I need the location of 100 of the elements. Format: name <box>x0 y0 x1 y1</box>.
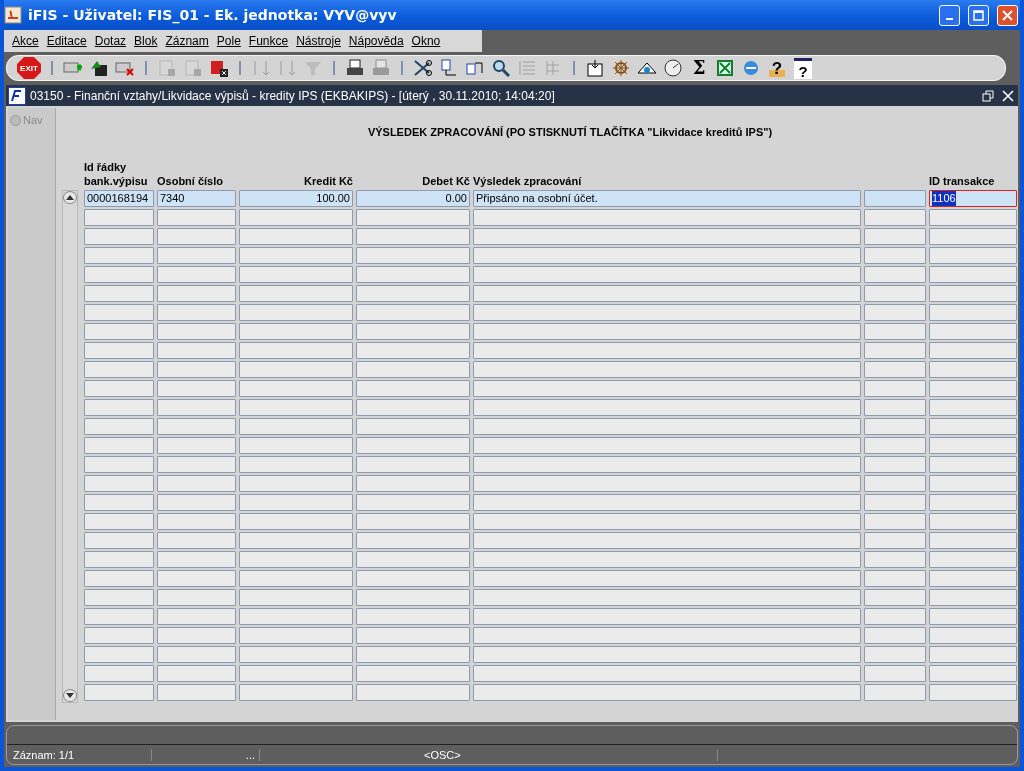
input-field[interactable] <box>864 456 926 473</box>
input-field[interactable] <box>473 323 861 340</box>
input-field[interactable] <box>356 646 470 663</box>
input-field[interactable] <box>864 475 926 492</box>
input-field[interactable] <box>864 570 926 587</box>
input-field[interactable] <box>157 646 236 663</box>
input-field[interactable] <box>356 665 470 682</box>
input-field[interactable] <box>157 589 236 606</box>
input-field[interactable] <box>239 570 353 587</box>
input-field[interactable] <box>84 456 154 473</box>
input-field[interactable] <box>84 247 154 264</box>
input-field[interactable] <box>239 304 353 321</box>
input-field[interactable] <box>239 513 353 530</box>
input-field[interactable] <box>157 304 236 321</box>
input-field[interactable] <box>473 684 861 701</box>
input-field[interactable] <box>473 608 861 625</box>
input-field[interactable] <box>84 608 154 625</box>
input-field[interactable] <box>864 209 926 226</box>
menu-item[interactable]: Akce <box>8 34 43 48</box>
input-field[interactable]: 7340 <box>157 190 236 207</box>
input-field[interactable] <box>157 456 236 473</box>
input-field[interactable] <box>473 570 861 587</box>
input-field[interactable] <box>929 285 1017 302</box>
input-field[interactable] <box>84 684 154 701</box>
input-field[interactable] <box>864 285 926 302</box>
input-field[interactable] <box>473 551 861 568</box>
input-field[interactable] <box>473 247 861 264</box>
input-field[interactable] <box>157 285 236 302</box>
input-field[interactable] <box>157 418 236 435</box>
input-field[interactable] <box>356 228 470 245</box>
input-field[interactable] <box>473 627 861 644</box>
input-field[interactable] <box>157 361 236 378</box>
input-field[interactable] <box>929 342 1017 359</box>
input-field[interactable] <box>473 418 861 435</box>
input-field[interactable] <box>84 475 154 492</box>
input-field[interactable] <box>239 608 353 625</box>
input-field[interactable] <box>239 532 353 549</box>
input-field[interactable] <box>84 342 154 359</box>
input-field[interactable] <box>473 437 861 454</box>
input-field[interactable] <box>864 190 926 207</box>
input-field[interactable] <box>864 494 926 511</box>
input-field[interactable] <box>239 589 353 606</box>
input-field[interactable] <box>239 418 353 435</box>
input-field[interactable] <box>157 494 236 511</box>
input-field[interactable] <box>356 570 470 587</box>
input-field[interactable] <box>157 437 236 454</box>
input-field[interactable] <box>929 570 1017 587</box>
input-field[interactable] <box>356 247 470 264</box>
input-field[interactable] <box>84 399 154 416</box>
input-field[interactable] <box>239 456 353 473</box>
input-field[interactable] <box>157 475 236 492</box>
input-field[interactable] <box>473 589 861 606</box>
input-field[interactable] <box>84 304 154 321</box>
input-field[interactable] <box>473 342 861 359</box>
input-field[interactable] <box>864 342 926 359</box>
input-field[interactable] <box>929 456 1017 473</box>
close-icon[interactable] <box>1002 89 1014 102</box>
input-field[interactable] <box>84 266 154 283</box>
input-field[interactable] <box>356 399 470 416</box>
input-field[interactable] <box>84 494 154 511</box>
input-field[interactable] <box>864 684 926 701</box>
input-field[interactable] <box>239 684 353 701</box>
input-field[interactable] <box>864 380 926 397</box>
input-field[interactable] <box>84 418 154 435</box>
input-field[interactable] <box>864 323 926 340</box>
input-field[interactable] <box>84 380 154 397</box>
input-field[interactable] <box>356 456 470 473</box>
menu-item[interactable]: Editace <box>42 34 91 48</box>
input-field[interactable] <box>864 228 926 245</box>
input-field[interactable] <box>84 646 154 663</box>
minimize-button[interactable] <box>939 4 960 26</box>
close-button[interactable] <box>997 4 1018 26</box>
input-field[interactable] <box>864 608 926 625</box>
input-field[interactable] <box>864 665 926 682</box>
menu-item[interactable]: Okno <box>407 34 445 48</box>
input-field[interactable] <box>864 532 926 549</box>
input-field[interactable] <box>473 228 861 245</box>
input-field[interactable] <box>157 608 236 625</box>
input-field[interactable]: Připsáno na osobní účet. <box>473 190 861 207</box>
menu-item[interactable]: Nápověda <box>344 34 408 48</box>
input-field[interactable] <box>239 266 353 283</box>
input-field[interactable] <box>356 589 470 606</box>
input-field[interactable] <box>929 684 1017 701</box>
input-field[interactable] <box>239 437 353 454</box>
toolbar-button[interactable]: Σ <box>687 56 711 80</box>
input-field[interactable] <box>929 247 1017 264</box>
input-field[interactable] <box>84 665 154 682</box>
input-field[interactable] <box>929 646 1017 663</box>
input-field[interactable] <box>929 323 1017 340</box>
input-field[interactable] <box>356 361 470 378</box>
input-field[interactable] <box>929 304 1017 321</box>
input-field[interactable] <box>864 646 926 663</box>
input-field[interactable] <box>356 627 470 644</box>
input-field[interactable] <box>239 209 353 226</box>
input-field[interactable] <box>239 627 353 644</box>
input-field[interactable] <box>864 627 926 644</box>
input-field[interactable] <box>473 266 861 283</box>
input-field[interactable] <box>356 323 470 340</box>
toolbar-button[interactable]: EXIT <box>15 56 43 80</box>
input-field[interactable] <box>864 399 926 416</box>
